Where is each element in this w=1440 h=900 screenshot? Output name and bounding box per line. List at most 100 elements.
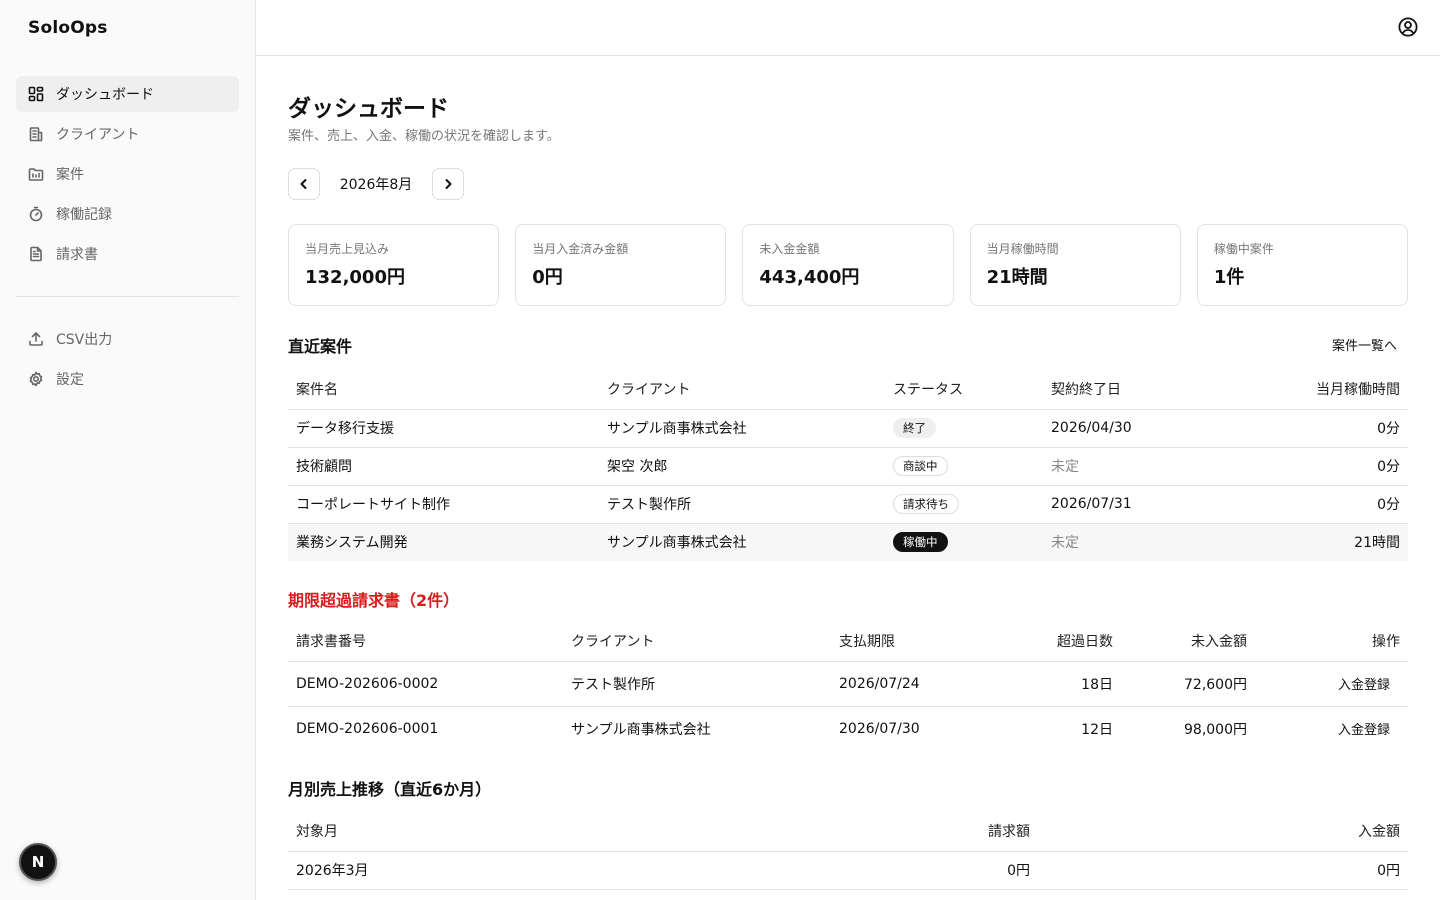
monthly-sales-title: 月別売上推移（直近6か月） (288, 780, 492, 799)
client-name: テスト製作所 (563, 661, 831, 707)
table-header-row: 対象月 請求額 入金額 (288, 812, 1408, 852)
page-title: ダッシュボード (288, 96, 449, 122)
table-row[interactable]: DEMO-202606-0002 テスト製作所 2026/07/24 18日 7… (288, 661, 1408, 707)
kpi-value: 443,400円 (759, 267, 860, 288)
kpi-card-monthly-sales: 当月売上見込み 132,000円 (288, 224, 500, 306)
billed-amount: 0円 (688, 851, 1038, 890)
monthly-hours: 0分 (1243, 409, 1408, 448)
kpi-card-monthly-hours: 当月稼働時間 21時間 (969, 224, 1181, 306)
dashboard-icon (28, 86, 44, 102)
overdue-invoices-table: 請求書番号 クライアント 支払期限 超過日数 未入金額 操作 DEMO-2026… (288, 622, 1408, 751)
monthly-hours: 0分 (1243, 447, 1408, 486)
overdue-days: 12日 (1081, 721, 1113, 738)
column-header: クライアント (599, 370, 885, 410)
kpi-label: 当月入金済み金額 (532, 242, 629, 256)
table-row[interactable]: 業務システム開発 サンプル商事株式会社 稼働中 未定 21時間 (288, 523, 1408, 561)
column-header: 当月稼働時間 (1243, 370, 1408, 410)
sidebar-item-dashboard[interactable]: ダッシュボード (16, 76, 239, 112)
project-name: 技術顧問 (288, 447, 599, 486)
client-name: 架空 次郎 (599, 447, 885, 486)
building-icon (28, 126, 44, 142)
projects-list-link[interactable]: 案件一覧へ (1332, 335, 1397, 354)
upload-icon (28, 331, 44, 347)
sidebar-item-settings[interactable]: 設定 (16, 361, 239, 397)
month-navigator: 2026年8月 (288, 168, 464, 200)
table-header-row: 案件名 クライアント ステータス 契約終了日 当月稼働時間 (288, 370, 1408, 410)
kpi-card-unpaid: 未入金金額 443,400円 (742, 224, 954, 306)
table-row[interactable]: データ移行支援 サンプル商事株式会社 終了 2026/04/30 0分 (288, 409, 1408, 448)
register-payment-button[interactable]: 入金登録 (1338, 678, 1390, 693)
status-badge: 稼働中 (893, 532, 948, 553)
sidebar-item-clients[interactable]: クライアント (16, 116, 239, 152)
status-badge: 終了 (893, 418, 936, 438)
kpi-label: 当月売上見込み (305, 242, 390, 256)
dev-tools-badge[interactable]: N (19, 843, 57, 881)
folder-icon (28, 166, 44, 182)
client-name: サンプル商事株式会社 (599, 409, 885, 448)
column-header: 契約終了日 (1043, 370, 1243, 410)
gear-icon (28, 371, 44, 387)
sidebar-item-projects[interactable]: 案件 (16, 156, 239, 192)
column-header: 請求書番号 (288, 622, 563, 662)
sidebar-item-csv-export[interactable]: CSV出力 (16, 321, 239, 357)
column-header: 支払期限 (831, 622, 981, 662)
kpi-value: 132,000円 (305, 267, 405, 288)
current-month-label: 2026年8月 (339, 177, 413, 193)
unpaid-amount: 72,600円 (1121, 661, 1255, 707)
overdue-days: 18日 (981, 661, 1121, 707)
sidebar-item-time-records[interactable]: 稼働記録 (16, 196, 239, 232)
register-payment-button[interactable]: 入金登録 (1338, 723, 1390, 738)
table-row[interactable]: 技術顧問 架空 次郎 商談中 未定 0分 (288, 447, 1408, 486)
table-row[interactable]: DEMO-202606-0001 サンプル商事株式会社 2026/07/30 1… (288, 706, 1408, 751)
sidebar-item-label: CSV出力 (56, 332, 113, 348)
column-header: 操作 (1255, 622, 1408, 662)
project-name: データ移行支援 (288, 409, 599, 448)
table-row: 2026年3月 0円 0円 (288, 851, 1408, 890)
sidebar-item-label: 請求書 (56, 247, 98, 263)
table-row[interactable]: コーポレートサイト制作 テスト製作所 請求待ち 2026/07/31 0分 (288, 485, 1408, 524)
user-circle-icon[interactable] (1398, 17, 1418, 37)
status-badge: 請求待ち (893, 494, 959, 514)
sidebar-item-label: ダッシュボード (56, 87, 154, 103)
column-header: ステータス (885, 370, 1043, 410)
column-header: 入金額 (1038, 812, 1408, 852)
invoice-number: DEMO-202606-0001 (296, 720, 439, 737)
kpi-cards: 当月売上見込み 132,000円 当月入金済み金額 0円 未入金金額 443,4… (288, 224, 1409, 306)
chevron-left-icon (300, 179, 307, 189)
project-name: 業務システム開発 (288, 523, 599, 561)
app-logo[interactable]: SoloOps (28, 18, 108, 38)
monthly-sales-table: 対象月 請求額 入金額 2026年3月 0円 0円 (288, 812, 1408, 890)
column-header: 超過日数 (981, 622, 1121, 662)
top-bar (256, 0, 1440, 56)
client-name: サンプル商事株式会社 (571, 721, 711, 738)
contract-end-date: 未定 (1043, 447, 1243, 486)
prev-month-button[interactable] (288, 168, 320, 200)
next-month-button[interactable] (432, 168, 464, 200)
sidebar-secondary-nav: CSV出力 設定 (16, 321, 239, 401)
sidebar-nav: ダッシュボード クライアント 案件 稼働記録 請求書 (16, 76, 239, 276)
contract-end-date: 2026/07/31 (1043, 485, 1243, 524)
status-badge: 商談中 (893, 456, 948, 476)
due-date: 2026/07/24 (831, 661, 981, 707)
kpi-value: 1件 (1213, 267, 1245, 288)
overdue-invoices-title: 期限超過請求書（2件） (288, 591, 460, 610)
column-header: 案件名 (288, 370, 599, 410)
paid-amount: 0円 (1038, 851, 1408, 890)
sidebar-item-label: 稼働記録 (56, 207, 112, 223)
recent-projects-title: 直近案件 (288, 337, 353, 356)
kpi-value: 0円 (532, 267, 563, 288)
client-name: テスト製作所 (599, 485, 885, 524)
invoice-number: DEMO-202606-0002 (288, 661, 563, 707)
page-subtitle: 案件、売上、入金、稼働の状況を確認します。 (288, 129, 560, 144)
contract-end-date: 2026/04/30 (1043, 409, 1243, 448)
sidebar-item-invoices[interactable]: 請求書 (16, 236, 239, 272)
monthly-hours: 21時間 (1243, 523, 1408, 561)
recent-projects-table: 案件名 クライアント ステータス 契約終了日 当月稼働時間 データ移行支援 サン… (288, 370, 1408, 561)
chevron-right-icon (445, 179, 452, 189)
contract-end-date: 未定 (1043, 523, 1243, 561)
kpi-label: 当月稼働時間 (986, 242, 1059, 256)
file-text-icon (28, 246, 44, 262)
project-name: コーポレートサイト制作 (288, 485, 599, 524)
column-header: 請求額 (688, 812, 1038, 852)
kpi-card-active-projects: 稼働中案件 1件 (1196, 224, 1409, 306)
